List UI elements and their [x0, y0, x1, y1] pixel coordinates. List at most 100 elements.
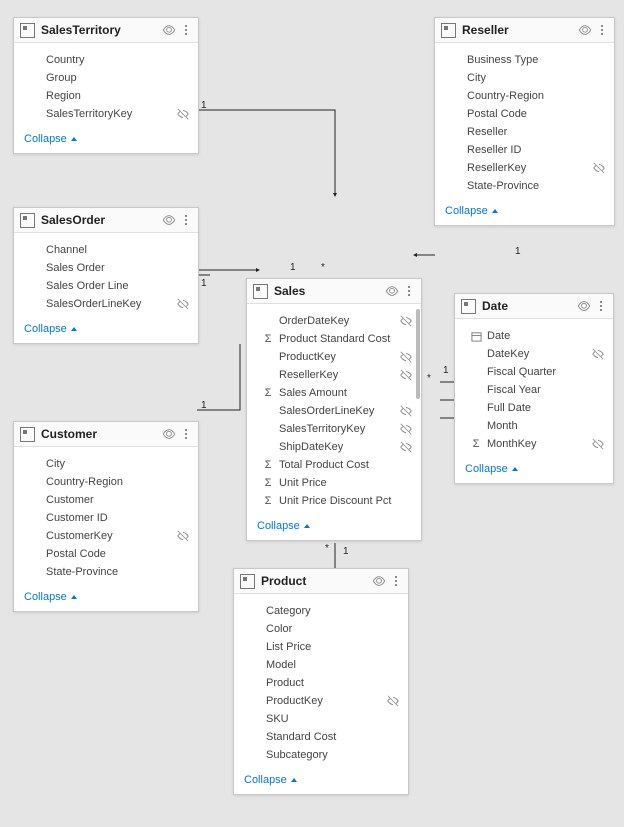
field-type-icon [248, 712, 262, 726]
more-icon[interactable] [390, 573, 402, 589]
eye-icon[interactable] [577, 299, 591, 313]
field-row[interactable]: Country-Region [435, 87, 614, 105]
hidden-icon [399, 440, 413, 454]
field-row[interactable]: ShipDateKey [247, 438, 421, 456]
field-row[interactable]: DateKey [455, 345, 613, 363]
field-row[interactable]: Postal Code [14, 545, 198, 563]
collapse-link[interactable]: Collapse [234, 766, 408, 794]
hidden-icon [399, 368, 413, 382]
collapse-link[interactable]: Collapse [247, 512, 421, 540]
eye-icon[interactable] [162, 23, 176, 37]
field-row[interactable]: ΣMonthKey [455, 435, 613, 453]
collapse-link[interactable]: Collapse [14, 125, 198, 153]
eye-icon[interactable] [372, 574, 386, 588]
field-type-icon [248, 640, 262, 654]
field-row[interactable]: Full Date [455, 399, 613, 417]
hidden-icon [386, 748, 400, 762]
field-row[interactable]: City [435, 69, 614, 87]
field-row[interactable]: ProductKey [234, 692, 408, 710]
field-row[interactable]: Color [234, 620, 408, 638]
field-row[interactable]: Model [234, 656, 408, 674]
field-row[interactable]: Reseller [435, 123, 614, 141]
field-row[interactable]: Sales Order Line [14, 277, 198, 295]
field-row[interactable]: ResellerKey [247, 366, 421, 384]
field-row[interactable]: Product [234, 674, 408, 692]
field-row[interactable]: Country [14, 51, 198, 69]
table-header[interactable]: Customer [14, 422, 198, 447]
more-icon[interactable] [180, 22, 192, 38]
field-row[interactable]: State-Province [14, 563, 198, 581]
table-date[interactable]: Date DateDateKeyFiscal QuarterFiscal Yea… [454, 293, 614, 484]
table-header[interactable]: SalesOrder [14, 208, 198, 233]
field-row[interactable]: Group [14, 69, 198, 87]
field-row[interactable]: City [14, 455, 198, 473]
table-reseller[interactable]: Reseller Business TypeCityCountry-Region… [434, 17, 615, 226]
eye-icon[interactable] [385, 284, 399, 298]
scrollbar[interactable] [416, 309, 420, 399]
collapse-link[interactable]: Collapse [14, 583, 198, 611]
hidden-icon [176, 547, 190, 561]
field-row[interactable]: Country-Region [14, 473, 198, 491]
table-sales[interactable]: Sales OrderDateKeyΣProduct Standard Cost… [246, 278, 422, 541]
more-icon[interactable] [595, 298, 607, 314]
field-row[interactable]: ΣProduct Standard Cost [247, 330, 421, 348]
field-row[interactable]: CustomerKey [14, 527, 198, 545]
field-row[interactable]: Standard Cost [234, 728, 408, 746]
field-row[interactable]: SalesOrderLineKey [14, 295, 198, 313]
table-customer[interactable]: Customer CityCountry-RegionCustomerCusto… [13, 421, 199, 612]
field-row[interactable]: SalesTerritoryKey [247, 420, 421, 438]
eye-icon[interactable] [578, 23, 592, 37]
field-row[interactable]: ΣSales Amount [247, 384, 421, 402]
collapse-link[interactable]: Collapse [435, 197, 614, 225]
field-row[interactable]: OrderDateKey [247, 312, 421, 330]
eye-icon[interactable] [162, 427, 176, 441]
field-row[interactable]: Postal Code [435, 105, 614, 123]
table-header[interactable]: Date [455, 294, 613, 319]
eye-icon[interactable] [162, 213, 176, 227]
field-row[interactable]: Date [455, 327, 613, 345]
field-row[interactable]: ΣTotal Product Cost [247, 456, 421, 474]
more-icon[interactable] [403, 283, 415, 299]
collapse-link[interactable]: Collapse [455, 455, 613, 483]
field-row[interactable]: Sales Order [14, 259, 198, 277]
field-row[interactable]: SKU [234, 710, 408, 728]
table-icon [461, 299, 476, 314]
table-header[interactable]: Sales [247, 279, 421, 304]
field-row[interactable]: ΣUnit Price Discount Pct [247, 492, 421, 510]
field-row[interactable]: State-Province [435, 177, 614, 195]
field-row[interactable]: Business Type [435, 51, 614, 69]
field-row[interactable]: Fiscal Quarter [455, 363, 613, 381]
table-product[interactable]: Product CategoryColorList PriceModelProd… [233, 568, 409, 795]
field-type-icon [28, 475, 42, 489]
table-header[interactable]: Product [234, 569, 408, 594]
more-icon[interactable] [180, 426, 192, 442]
collapse-link[interactable]: Collapse [14, 315, 198, 343]
field-row[interactable]: ΣUnit Price [247, 474, 421, 492]
field-list: Business TypeCityCountry-RegionPostal Co… [435, 43, 614, 197]
table-header[interactable]: Reseller [435, 18, 614, 43]
field-name: Month [487, 420, 591, 432]
field-row[interactable]: Channel [14, 241, 198, 259]
field-type-icon [469, 329, 483, 343]
table-salesterritory[interactable]: SalesTerritory Country GroupRegionSalesTe… [13, 17, 199, 154]
field-row[interactable]: Reseller ID [435, 141, 614, 159]
field-row[interactable]: ProductKey [247, 348, 421, 366]
field-name: MonthKey [487, 438, 591, 450]
table-header[interactable]: SalesTerritory [14, 18, 198, 43]
field-row[interactable]: SalesTerritoryKey [14, 105, 198, 123]
field-row[interactable]: Customer ID [14, 509, 198, 527]
field-row[interactable]: Customer [14, 491, 198, 509]
field-type-icon [248, 748, 262, 762]
field-row[interactable]: Category [234, 602, 408, 620]
more-icon[interactable] [596, 22, 608, 38]
field-row[interactable]: Region [14, 87, 198, 105]
more-icon[interactable] [180, 212, 192, 228]
field-row[interactable]: List Price [234, 638, 408, 656]
field-row[interactable]: Subcategory [234, 746, 408, 764]
field-row[interactable]: ResellerKey [435, 159, 614, 177]
field-row[interactable]: Fiscal Year [455, 381, 613, 399]
table-salesorder[interactable]: SalesOrder ChannelSales OrderSales Order… [13, 207, 199, 344]
field-name: Country [46, 54, 176, 66]
field-row[interactable]: Month [455, 417, 613, 435]
field-row[interactable]: SalesOrderLineKey [247, 402, 421, 420]
